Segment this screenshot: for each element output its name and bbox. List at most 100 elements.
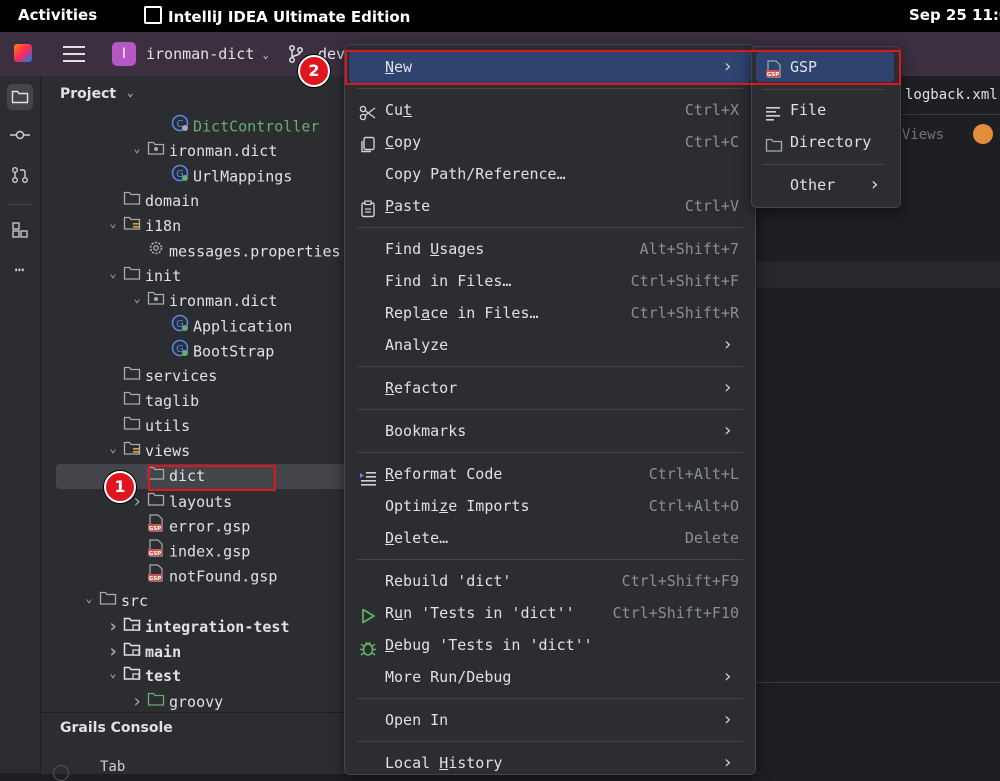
tree-node-utils[interactable]: utils	[41, 414, 361, 439]
context-menu: New › Cut Ctrl+X Copy Ctrl+C Copy Path/Referen…	[344, 44, 756, 775]
menu-item-copy[interactable]: Copy Ctrl+C	[349, 126, 751, 158]
chevron-right-icon[interactable]: ›	[127, 689, 147, 712]
tree-node-error-gsp[interactable]: GSP error.gsp	[41, 514, 361, 539]
more-tools-icon[interactable]: ⋯	[7, 256, 33, 282]
submenu-item-other[interactable]: Other ›	[756, 170, 894, 200]
menu-item-shortcut: Alt+Shift+7	[639, 240, 739, 258]
tree-node-main[interactable]: › main	[41, 639, 361, 664]
editor-tab-logback[interactable]: logback.xml	[905, 87, 998, 103]
scissors-icon	[359, 101, 377, 121]
tree-node-bootstrap[interactable]: G BootStrap	[41, 339, 361, 364]
tree-node-dictcontroller[interactable]: C DictController	[41, 114, 361, 139]
commit-tool-icon[interactable]	[7, 122, 33, 148]
menu-separator	[357, 88, 743, 89]
menu-item-debug-tests-in-dict[interactable]: Debug 'Tests in 'dict''	[349, 629, 751, 661]
menu-item-find-in-files[interactable]: Find in Files… Ctrl+Shift+F	[349, 265, 751, 297]
menu-item-paste[interactable]: Paste Ctrl+V	[349, 190, 751, 222]
chevron-down-icon[interactable]: ⌄	[103, 211, 123, 236]
tree-node-urlmappings[interactable]: G UrlMappings	[41, 164, 361, 189]
menu-item-run-tests-in-dict[interactable]: Run 'Tests in 'dict'' Ctrl+Shift+F10	[349, 597, 751, 629]
tree-node-domain[interactable]: domain	[41, 189, 361, 214]
tree-node-services[interactable]: services	[41, 364, 361, 389]
tree-node-taglib[interactable]: taglib	[41, 389, 361, 414]
main-menu-icon[interactable]	[63, 43, 85, 63]
menu-item-optimize-imports[interactable]: Optimize Imports Ctrl+Alt+O	[349, 490, 751, 522]
tree-node-label: index.gsp	[169, 542, 251, 561]
menu-item-more-run-debug[interactable]: More Run/Debug ›	[349, 661, 751, 693]
tree-node-ironman-dict[interactable]: ⌄ ironman.dict	[41, 139, 361, 164]
menu-item-label: Rebuild 'dict'	[385, 572, 512, 590]
menu-item-bookmarks[interactable]: Bookmarks ›	[349, 415, 751, 447]
svg-text:GSP: GSP	[149, 526, 162, 532]
menu-separator	[357, 366, 743, 367]
intellij-logo-icon[interactable]	[14, 44, 32, 62]
tool-window-bar: ⋯	[0, 76, 41, 773]
tree-node-index-gsp[interactable]: GSP index.gsp	[41, 539, 361, 564]
menu-item-label: Find in Files…	[385, 272, 512, 290]
structure-tool-icon[interactable]	[7, 217, 33, 243]
tree-node-test[interactable]: ⌄ test	[41, 664, 361, 689]
menu-item-refactor[interactable]: Refactor ›	[349, 372, 751, 404]
tree-node-label: integration-test	[145, 618, 290, 636]
tree-node-label: error.gsp	[169, 517, 251, 536]
menu-item-rebuild-dict[interactable]: Rebuild 'dict' Ctrl+Shift+F9	[349, 565, 751, 597]
tree-node-groovy[interactable]: › groovy	[41, 689, 361, 712]
svg-text:GSP: GSP	[149, 551, 162, 557]
menu-item-label: Local History	[385, 754, 503, 772]
menu-item-copy-path-reference[interactable]: Copy Path/Reference…	[349, 158, 751, 190]
chevron-down-icon[interactable]: ⌄	[103, 436, 123, 461]
menu-item-label: Refactor	[385, 379, 458, 397]
tree-node-ironman-dict[interactable]: ⌄ ironman.dict	[41, 289, 361, 314]
project-name: ironman-dict	[146, 45, 255, 63]
folder-icon	[123, 389, 145, 414]
tree-node-layouts[interactable]: › layouts	[41, 489, 361, 514]
menu-separator	[357, 698, 743, 699]
chevron-down-icon[interactable]: ⌄	[103, 261, 123, 286]
menu-item-replace-in-files[interactable]: Replace in Files… Ctrl+Shift+R	[349, 297, 751, 329]
tree-node-label: main	[145, 643, 182, 661]
chevron-down-icon[interactable]: ⌄	[127, 286, 147, 311]
tree-node-label: services	[145, 367, 218, 385]
chevron-down-icon[interactable]: ⌄	[79, 586, 99, 611]
folder-icon	[123, 364, 145, 389]
tree-node-src[interactable]: ⌄ src	[41, 589, 361, 614]
tree-node-label: Application	[193, 317, 293, 336]
activities-button[interactable]: Activities	[18, 6, 97, 24]
menu-item-delete[interactable]: Delete… Delete	[349, 522, 751, 554]
tree-node-application[interactable]: G Application	[41, 314, 361, 339]
tree-node-messages-properties[interactable]: messages.properties	[41, 239, 361, 264]
chevron-down-icon[interactable]: ⌄	[127, 136, 147, 161]
folder-icon	[99, 589, 121, 614]
submenu-item-label: Other	[790, 176, 836, 194]
chevron-right-icon: ›	[722, 666, 733, 687]
menu-item-open-in[interactable]: Open In ›	[349, 704, 751, 736]
menu-item-label: Find Usages	[385, 240, 485, 258]
menu-item-reformat-code[interactable]: Reformat Code Ctrl+Alt+L	[349, 458, 751, 490]
chevron-right-icon: ›	[722, 377, 733, 398]
menu-separator	[357, 559, 743, 560]
clock[interactable]: Sep 25 11:0	[909, 6, 1000, 24]
submenu-item-directory[interactable]: Directory	[756, 127, 894, 157]
tree-node-label: messages.properties	[169, 242, 341, 261]
tree-node-integration-test[interactable]: › integration-test	[41, 614, 361, 639]
tree-node-views[interactable]: ⌄ views	[41, 439, 361, 464]
plugin-icon[interactable]	[973, 124, 993, 144]
pull-requests-icon[interactable]	[7, 162, 33, 188]
menu-item-find-usages[interactable]: Find Usages Alt+Shift+7	[349, 233, 751, 265]
tree-node-i18n[interactable]: ⌄ i18n	[41, 214, 361, 239]
tree-node-init[interactable]: ⌄ init	[41, 264, 361, 289]
project-tool-icon[interactable]	[7, 84, 33, 110]
tree-node-label: domain	[145, 192, 200, 210]
menu-item-analyze[interactable]: Analyze ›	[349, 329, 751, 361]
submenu-item-file[interactable]: File	[756, 95, 894, 125]
menu-item-local-history[interactable]: Local History ›	[349, 747, 751, 779]
annotation-highlight-dict	[148, 465, 276, 491]
project-switcher[interactable]: I ironman-dict ⌄	[112, 42, 269, 66]
menu-item-cut[interactable]: Cut Ctrl+X	[349, 94, 751, 126]
chevron-down-icon[interactable]: ⌄	[103, 661, 123, 686]
system-top-bar: Activities IntelliJ IDEA Ultimate Editio…	[0, 0, 1000, 32]
folder-icon	[765, 133, 783, 163]
app-menu[interactable]: IntelliJ IDEA Ultimate Edition	[144, 6, 410, 26]
console-icon[interactable]	[53, 765, 69, 781]
chevron-right-icon[interactable]: ›	[103, 614, 123, 639]
